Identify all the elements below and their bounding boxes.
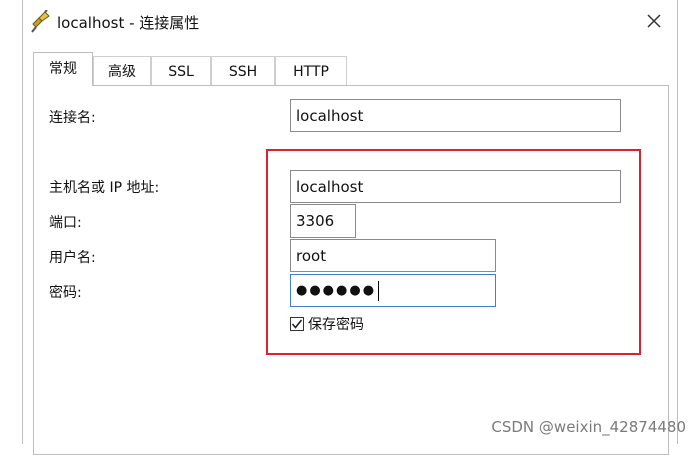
window-title: localhost - 连接属性: [57, 14, 200, 32]
tab-http[interactable]: HTTP: [275, 56, 347, 86]
tab-ssl[interactable]: SSL: [151, 56, 211, 86]
tab-general[interactable]: 常规: [33, 52, 93, 86]
host-label: 主机名或 IP 地址:: [49, 180, 160, 196]
connection-name-label: 连接名:: [49, 110, 96, 126]
port-label: 端口:: [49, 215, 82, 231]
connection-name-input[interactable]: localhost: [290, 99, 621, 132]
general-tab-panel: 连接名: localhost 主机名或 IP 地址: localhost 端口:…: [33, 85, 669, 455]
highlight-annotation-box: [266, 149, 641, 355]
tab-ssh[interactable]: SSH: [211, 56, 275, 86]
tab-strip: 常规 高级 SSL SSH HTTP: [33, 52, 673, 86]
connection-properties-dialog: localhost - 连接属性 常规 高级 SSL SSH HTTP 连接名:…: [22, 0, 678, 455]
tab-advanced[interactable]: 高级: [93, 56, 151, 86]
database-connection-icon: [31, 10, 50, 33]
password-label: 密码:: [49, 285, 82, 301]
csdn-watermark: CSDN @weixin_42874480: [491, 418, 686, 436]
title-bar: localhost - 连接属性: [23, 0, 677, 44]
close-icon[interactable]: [645, 12, 663, 30]
username-label: 用户名:: [49, 250, 96, 266]
